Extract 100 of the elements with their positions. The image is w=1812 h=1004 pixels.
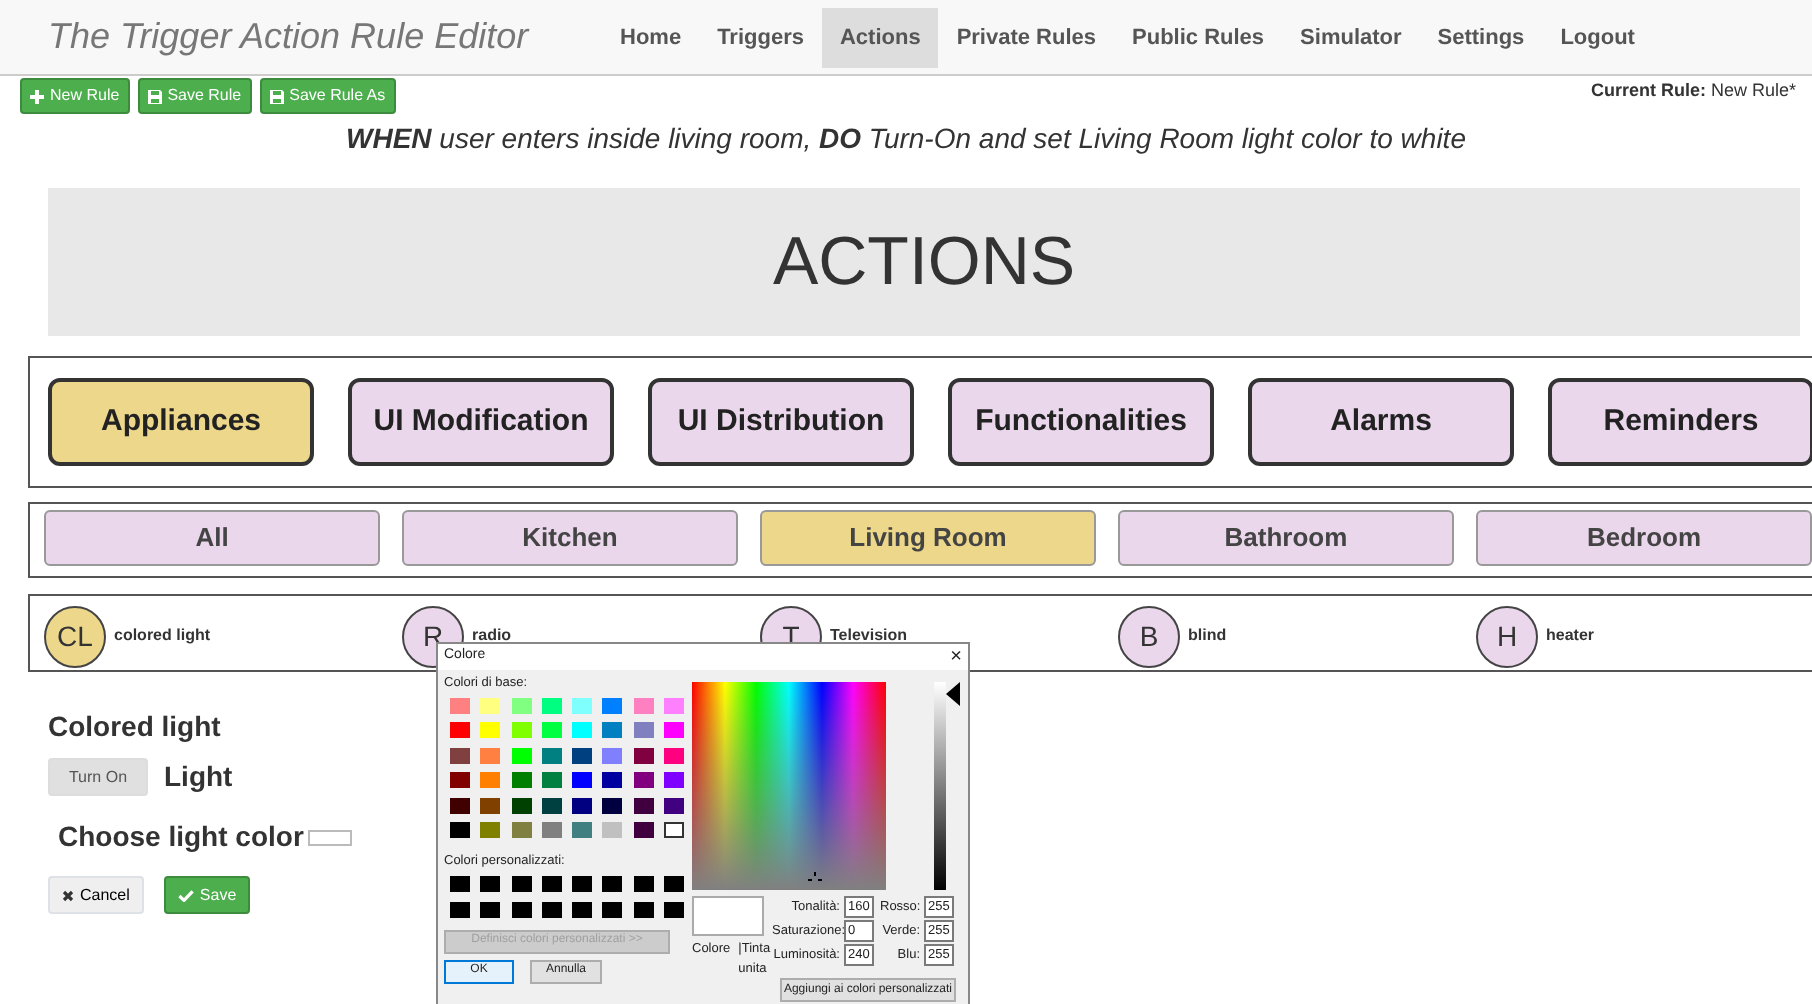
color-swatch[interactable]	[511, 747, 532, 764]
custom-color-swatch[interactable]	[572, 901, 593, 918]
color-swatch[interactable]	[633, 697, 654, 713]
cancel-button[interactable]: Cancel	[48, 876, 144, 914]
custom-color-swatch[interactable]	[480, 875, 501, 892]
custom-color-swatch[interactable]	[450, 901, 470, 918]
device-button[interactable]: CL	[44, 605, 106, 667]
device-button[interactable]: B	[1118, 605, 1180, 667]
check-icon	[177, 889, 194, 901]
color-swatch[interactable]	[602, 722, 623, 739]
color-swatch[interactable]	[541, 822, 562, 839]
color-swatch[interactable]	[572, 697, 593, 713]
nav-link[interactable]: Home	[602, 7, 700, 67]
color-swatch[interactable]	[664, 697, 685, 713]
custom-color-swatch[interactable]	[480, 901, 501, 918]
custom-color-swatch[interactable]	[572, 875, 593, 892]
nav-link[interactable]: Private Rules	[938, 7, 1115, 67]
color-swatch[interactable]	[572, 797, 593, 814]
color-swatch[interactable]	[480, 822, 501, 839]
color-swatch[interactable]	[450, 722, 470, 739]
color-swatch[interactable]	[664, 797, 685, 814]
color-swatch[interactable]	[664, 747, 685, 764]
color-swatch[interactable]	[602, 697, 623, 713]
custom-color-swatch[interactable]	[633, 875, 654, 892]
color-swatch[interactable]	[541, 772, 562, 789]
color-swatch[interactable]	[450, 747, 470, 764]
color-swatch[interactable]	[480, 747, 501, 764]
color-swatch[interactable]	[664, 722, 685, 739]
color-swatch[interactable]	[572, 722, 593, 739]
room-button[interactable]: Living Room	[760, 510, 1096, 566]
category-button[interactable]: UI Modification	[348, 378, 614, 466]
crosshair-icon	[808, 872, 822, 882]
custom-color-swatch[interactable]	[541, 901, 562, 918]
color-swatch[interactable]	[511, 822, 532, 839]
slider-thumb[interactable]	[946, 682, 960, 706]
custom-color-swatch[interactable]	[511, 875, 532, 892]
color-swatch[interactable]	[541, 697, 562, 713]
nav-link[interactable]: Triggers	[699, 7, 822, 67]
color-swatch[interactable]	[450, 697, 470, 713]
color-swatch[interactable]	[511, 722, 532, 739]
color-swatch[interactable]	[602, 822, 623, 839]
custom-color-swatch[interactable]	[450, 875, 470, 892]
nav-link[interactable]: Logout	[1542, 7, 1653, 67]
device-label: colored light	[114, 624, 210, 648]
color-swatch[interactable]	[511, 697, 532, 713]
custom-color-swatch[interactable]	[633, 901, 654, 918]
color-swatch[interactable]	[541, 797, 562, 814]
category-button[interactable]: UI Distribution	[648, 378, 914, 466]
color-swatch[interactable]	[633, 822, 654, 839]
room-button[interactable]: Kitchen	[402, 510, 738, 566]
color-swatch[interactable]	[511, 772, 532, 789]
device-button[interactable]: H	[1476, 605, 1538, 667]
room-button[interactable]: Bathroom	[1118, 510, 1454, 566]
color-swatch[interactable]	[572, 772, 593, 789]
color-swatch[interactable]	[541, 722, 562, 739]
device-label: Television	[830, 624, 908, 648]
close-button[interactable]: ×	[950, 642, 962, 672]
color-swatch[interactable]	[633, 747, 654, 764]
custom-color-swatch[interactable]	[602, 875, 623, 892]
color-swatch[interactable]	[572, 822, 593, 839]
color-swatch[interactable]	[450, 822, 470, 839]
color-swatch[interactable]	[511, 797, 532, 814]
device-label: blind	[1188, 624, 1227, 648]
nav-link[interactable]: Actions	[821, 7, 939, 67]
color-swatch[interactable]	[633, 797, 654, 814]
color-swatch[interactable]	[602, 797, 623, 814]
nav-link[interactable]: Public Rules	[1114, 7, 1283, 67]
room-button[interactable]: All	[44, 510, 380, 566]
room-button[interactable]: Bedroom	[1476, 510, 1812, 566]
color-swatch[interactable]	[633, 772, 654, 789]
custom-color-swatch[interactable]	[541, 875, 562, 892]
color-swatch[interactable]	[480, 697, 501, 713]
color-picker-field[interactable]	[307, 829, 352, 845]
close-icon	[62, 889, 74, 901]
color-swatch[interactable]	[450, 797, 470, 814]
color-swatch[interactable]	[480, 772, 501, 789]
category-button[interactable]: Appliances	[48, 378, 314, 466]
custom-color-swatch[interactable]	[664, 875, 685, 892]
color-label: Choose light color	[58, 818, 304, 856]
custom-color-swatch[interactable]	[511, 901, 532, 918]
toggle-button[interactable]: Turn On	[48, 758, 148, 796]
custom-color-swatch[interactable]	[664, 901, 685, 918]
device-label: radio	[472, 624, 512, 648]
nav-link[interactable]: Settings	[1419, 7, 1543, 67]
category-button[interactable]: Functionalities	[948, 378, 1214, 466]
color-swatch[interactable]	[633, 722, 654, 739]
category-button[interactable]: Alarms	[1248, 378, 1514, 466]
color-swatch[interactable]	[602, 772, 623, 789]
custom-color-swatch[interactable]	[602, 901, 623, 918]
color-swatch[interactable]	[664, 772, 685, 789]
color-swatch[interactable]	[480, 797, 501, 814]
color-swatch[interactable]	[450, 772, 470, 789]
luminance-slider[interactable]	[934, 682, 960, 890]
nav-link[interactable]: Simulator	[1282, 7, 1420, 67]
color-swatch[interactable]	[602, 747, 623, 764]
category-button[interactable]: Reminders	[1548, 378, 1812, 466]
color-swatch[interactable]	[664, 822, 685, 839]
color-swatch[interactable]	[541, 747, 562, 764]
color-swatch[interactable]	[572, 747, 593, 764]
color-swatch[interactable]	[480, 722, 501, 739]
